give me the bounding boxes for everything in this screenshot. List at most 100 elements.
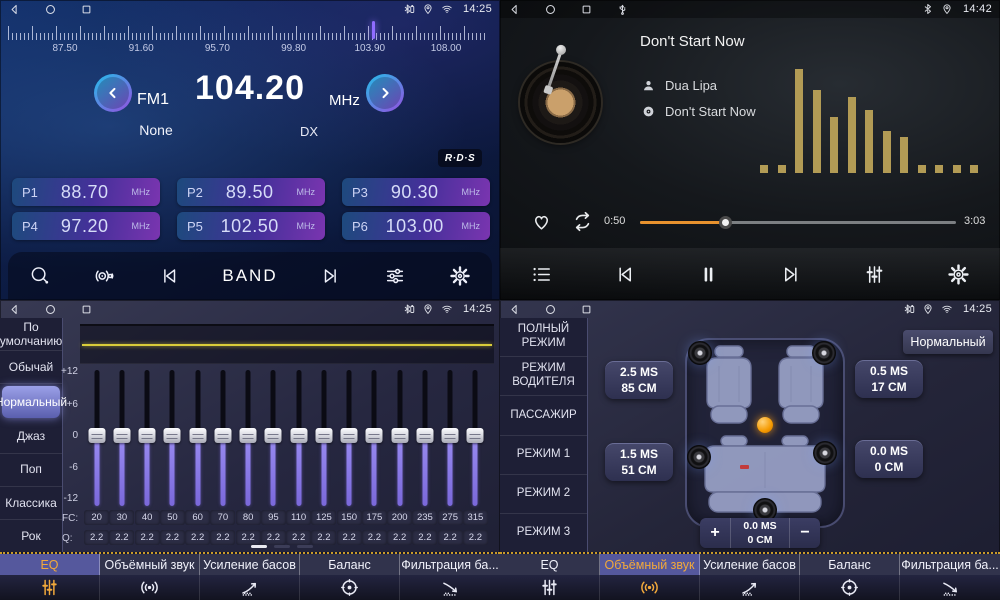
preset-p2[interactable]: P2 89.50 MHz (177, 178, 325, 206)
eq-band-slider[interactable] (135, 370, 160, 506)
front-left-delay-button[interactable]: 2.5 MS 85 CM (605, 361, 673, 399)
slider-knob[interactable] (442, 428, 459, 443)
surround-icon[interactable] (600, 575, 700, 600)
eq-band-slider[interactable] (387, 370, 412, 506)
eq-band-slider[interactable] (362, 370, 387, 506)
eq-band-slider[interactable] (311, 370, 336, 506)
slider-knob[interactable] (290, 428, 307, 443)
slider-knob[interactable] (467, 428, 484, 443)
slider-knob[interactable] (416, 428, 433, 443)
tab-bass-boost[interactable]: Усиление басов (200, 554, 300, 575)
listening-mode-item[interactable]: РЕЖИМ ВОДИТЕЛЯ (500, 357, 587, 396)
recents-icon[interactable] (80, 3, 93, 16)
filter-icon[interactable] (400, 575, 500, 600)
eq-band-slider[interactable] (438, 370, 463, 506)
slider-knob[interactable] (214, 428, 231, 443)
back-icon[interactable] (508, 303, 521, 316)
slider-knob[interactable] (315, 428, 332, 443)
progress-knob[interactable] (719, 216, 732, 229)
surround-icon[interactable] (100, 575, 200, 600)
home-icon[interactable] (544, 303, 557, 316)
bass-boost-icon[interactable] (700, 575, 800, 600)
tuner-scale[interactable] (8, 23, 492, 40)
back-icon[interactable] (8, 303, 21, 316)
eq-band-slider[interactable] (286, 370, 311, 506)
recents-icon[interactable] (580, 3, 593, 16)
slider-knob[interactable] (366, 428, 383, 443)
preset-p4[interactable]: P4 97.20 MHz (12, 212, 160, 240)
tab-bass-boost[interactable]: Усиление басов (700, 554, 800, 575)
listener-position-dot[interactable] (757, 417, 773, 433)
listening-mode-item[interactable]: РЕЖИМ 1 (500, 436, 587, 475)
slider-knob[interactable] (139, 428, 156, 443)
slider-knob[interactable] (240, 428, 257, 443)
eq-band-slider[interactable] (236, 370, 261, 506)
eq-band-slider[interactable] (412, 370, 437, 506)
listening-mode-item[interactable]: ПОЛНЫЙ РЕЖИМ (500, 318, 587, 357)
tab-filter[interactable]: Фильтрация ба... (400, 554, 500, 575)
tab-eq[interactable]: EQ (500, 554, 600, 575)
preset-p3[interactable]: P3 90.30 MHz (342, 178, 490, 206)
previous-track-button[interactable] (609, 259, 640, 290)
slider-knob[interactable] (265, 428, 282, 443)
eq-band-slider[interactable] (109, 370, 134, 506)
profile-button[interactable]: Нормальный (903, 330, 993, 354)
tune-down-button[interactable] (94, 74, 132, 112)
slider-knob[interactable] (391, 428, 408, 443)
home-icon[interactable] (544, 3, 557, 16)
eq-sliders-icon[interactable] (0, 575, 100, 600)
audio-settings-button[interactable] (380, 261, 410, 291)
playlist-button[interactable] (526, 259, 557, 290)
recents-icon[interactable] (80, 303, 93, 316)
listening-mode-item[interactable]: ПАССАЖИР (500, 396, 587, 435)
eq-preset-item[interactable]: По умолчанию (0, 318, 62, 351)
repeat-button[interactable] (568, 207, 597, 239)
preset-p5[interactable]: P5 102.50 MHz (177, 212, 325, 240)
home-icon[interactable] (44, 303, 57, 316)
slider-knob[interactable] (113, 428, 130, 443)
tab-filter[interactable]: Фильтрация ба... (900, 554, 1000, 575)
pause-button[interactable] (693, 259, 724, 290)
front-right-delay-button[interactable]: 0.5 MS 17 CM (855, 360, 923, 398)
slider-knob[interactable] (164, 428, 181, 443)
slider-knob[interactable] (189, 428, 206, 443)
increase-delay-button[interactable]: + (700, 518, 730, 548)
rear-right-delay-button[interactable]: 0.0 MS 0 CM (855, 440, 923, 478)
tab-surround[interactable]: Объёмный звук (100, 554, 200, 575)
slider-knob[interactable] (88, 428, 105, 443)
balance-icon[interactable] (800, 575, 900, 600)
dx-broadcast-button[interactable] (90, 261, 120, 291)
progress-bar[interactable] (640, 221, 956, 224)
tab-surround[interactable]: Объёмный звук (600, 554, 700, 575)
tab-balance[interactable]: Баланс (800, 554, 900, 575)
eq-band-slider[interactable] (337, 370, 362, 506)
favorite-button[interactable] (528, 208, 555, 238)
settings-button[interactable] (445, 261, 475, 291)
equalizer-button[interactable] (859, 259, 890, 290)
home-icon[interactable] (44, 3, 57, 16)
listening-mode-item[interactable]: РЕЖИМ 3 (500, 514, 587, 552)
back-icon[interactable] (8, 3, 21, 16)
back-icon[interactable] (508, 3, 521, 16)
eq-band-slider[interactable] (84, 370, 109, 506)
eq-band-slider[interactable] (261, 370, 286, 506)
band-button[interactable]: BAND (218, 262, 281, 290)
filter-icon[interactable] (900, 575, 1000, 600)
preset-p6[interactable]: P6 103.00 MHz (342, 212, 490, 240)
tab-balance[interactable]: Баланс (300, 554, 400, 575)
previous-station-button[interactable] (154, 261, 184, 291)
preset-p1[interactable]: P1 88.70 MHz (12, 178, 160, 206)
rear-left-delay-button[interactable]: 1.5 MS 51 CM (605, 443, 673, 481)
next-station-button[interactable] (316, 261, 346, 291)
tune-up-button[interactable] (366, 74, 404, 112)
eq-preset-item[interactable]: Рок (0, 520, 62, 552)
eq-band-slider[interactable] (210, 370, 235, 506)
slider-knob[interactable] (341, 428, 358, 443)
bass-boost-icon[interactable] (200, 575, 300, 600)
eq-band-slider[interactable] (463, 370, 488, 506)
usb-icon[interactable] (616, 3, 629, 16)
balance-icon[interactable] (300, 575, 400, 600)
scan-button[interactable] (25, 261, 55, 291)
recents-icon[interactable] (580, 303, 593, 316)
next-track-button[interactable] (776, 259, 807, 290)
